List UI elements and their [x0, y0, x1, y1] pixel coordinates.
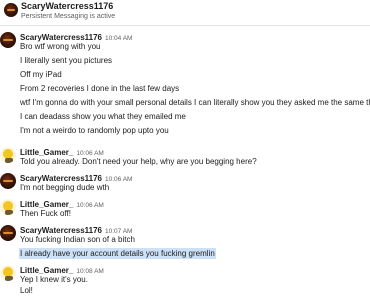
message-line: You fucking Indian son of a bitch: [20, 235, 135, 244]
message-line: I'm not begging dude wth: [20, 183, 110, 192]
message-line: Then Fuck off!: [20, 209, 71, 218]
user-avatar-icon[interactable]: [0, 173, 16, 189]
chat-header: ScaryWatercress1176 Persistent Messaging…: [0, 0, 370, 26]
message-line: Lol!: [20, 286, 33, 295]
user-avatar-icon[interactable]: [0, 199, 16, 215]
user-avatar-icon[interactable]: [0, 265, 16, 281]
user-avatar-icon[interactable]: [0, 225, 16, 241]
message-line: From 2 recoveries I done in the last few…: [20, 84, 180, 93]
message-line: I can deadass show you what they emailed…: [20, 112, 186, 121]
user-avatar-icon[interactable]: [0, 32, 16, 48]
message-line: Off my iPad: [20, 70, 62, 79]
message-line: Yep I knew it's you.: [20, 275, 88, 284]
chat-title[interactable]: ScaryWatercress1176: [21, 1, 113, 11]
header-avatar-icon[interactable]: [4, 3, 18, 17]
highlighted-message-line: I already have your account details you …: [19, 248, 216, 259]
message-timestamp[interactable]: 10:04 AM: [105, 35, 132, 42]
persistent-messaging-status: Persistent Messaging is active: [21, 13, 116, 20]
message-line: Bro wtf wrong with you: [20, 42, 101, 51]
message-line: I literally sent you pictures: [20, 56, 113, 65]
message-line: I'm not a weirdo to randomly pop upto yo…: [20, 126, 169, 135]
user-avatar-icon[interactable]: [0, 147, 16, 163]
message-line: wtf I'm gonna do with your small persona…: [20, 98, 370, 107]
message-line: Told you already. Don't need your help, …: [20, 157, 257, 166]
message-timestamp[interactable]: 10:06 AM: [76, 202, 103, 209]
